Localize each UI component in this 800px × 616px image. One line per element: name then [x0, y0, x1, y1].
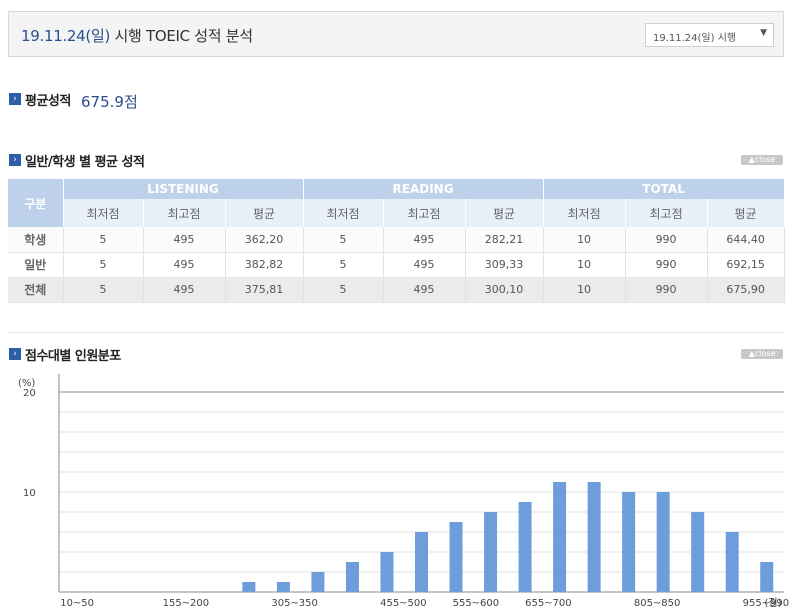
subheader: 최저점 [303, 199, 384, 227]
title-text: 시행 TOEIC 성적 분석 [110, 27, 253, 45]
bar [622, 492, 636, 592]
bar [242, 582, 256, 592]
x-tick-label: 555~600 [453, 598, 500, 609]
table-cell: 675,90 [707, 277, 785, 302]
table-cell: 362,20 [225, 227, 304, 252]
table-cell: 495 [143, 227, 226, 252]
chart-close-button[interactable]: ▲close [741, 349, 783, 359]
table-cell: 495 [383, 227, 466, 252]
bar [311, 572, 325, 592]
subheader: 평균 [225, 199, 304, 227]
bar [345, 562, 359, 592]
row-label: 학생 [8, 227, 64, 252]
table-cell: 375,81 [225, 277, 304, 302]
table-cell: 300,10 [465, 277, 544, 302]
table-row: 학생 5 495 362,20 5 495 282,21 10 990 644,… [8, 227, 785, 252]
bar [380, 552, 394, 592]
table-row: 전체 5 495 375,81 5 495 300,10 10 990 675,… [8, 277, 785, 302]
y-tick-label: 20 [23, 388, 36, 399]
subheader: 최고점 [383, 199, 466, 227]
section-arrow-icon: › [9, 154, 21, 166]
row-label: 전체 [8, 277, 64, 302]
table-cell: 5 [303, 277, 384, 302]
table-cell: 644,40 [707, 227, 785, 252]
score-table: 구분 LISTENING READING TOTAL 최저점 최고점 평균 최저… [8, 179, 785, 303]
subheader: 평균 [707, 199, 785, 227]
header-panel: 19.11.24(일) 시행 TOEIC 성적 분석 19.11.24(일) 시… [8, 11, 784, 57]
table-close-button[interactable]: ▲close [741, 155, 783, 165]
table-cell: 282,21 [465, 227, 544, 252]
group-header-reading: READING [303, 179, 544, 199]
subheader: 최저점 [543, 199, 626, 227]
subheader: 최저점 [63, 199, 144, 227]
avg-score-value: 675.9점 [81, 93, 138, 111]
row-label: 일반 [8, 252, 64, 277]
table-cell: 5 [303, 252, 384, 277]
table-cell: 382,82 [225, 252, 304, 277]
bar [553, 482, 567, 592]
bar [725, 532, 739, 592]
section-arrow-icon: › [9, 348, 21, 360]
gubun-header: 구분 [8, 179, 64, 227]
bar [656, 492, 670, 592]
section-divider [8, 332, 784, 333]
bar [484, 512, 498, 592]
table-cell: 990 [625, 252, 708, 277]
table-cell: 495 [143, 277, 226, 302]
bar [691, 512, 705, 592]
x-tick-label: 155~200 [163, 598, 210, 609]
subheader: 최고점 [625, 199, 708, 227]
table-cell: 495 [383, 277, 466, 302]
table-cell: 495 [143, 252, 226, 277]
x-tick-label: 655~700 [525, 598, 572, 609]
table-cell: 5 [63, 227, 144, 252]
table-row: 일반 5 495 382,82 5 495 309,33 10 990 692,… [8, 252, 785, 277]
table-cell: 10 [543, 277, 626, 302]
table-cell: 309,33 [465, 252, 544, 277]
group-header-total: TOTAL [543, 179, 785, 199]
test-date-select[interactable]: 19.11.24(일) 시행 ▼ [645, 23, 774, 47]
chevron-down-icon: ▼ [760, 28, 767, 38]
bar [518, 502, 532, 592]
table-cell: 495 [383, 252, 466, 277]
x-tick-label: 805~850 [634, 598, 681, 609]
subheader: 최고점 [143, 199, 226, 227]
group-header-listening: LISTENING [63, 179, 304, 199]
bar [760, 562, 774, 592]
table-section-title: 일반/학생 별 평균 성적 [25, 155, 145, 170]
bar [276, 582, 290, 592]
subheader: 평균 [465, 199, 544, 227]
table-cell: 990 [625, 227, 708, 252]
table-cell: 990 [625, 277, 708, 302]
bar [415, 532, 428, 592]
title-date: 19.11.24(일) [21, 27, 111, 45]
x-tick-label: 10~50 [60, 598, 94, 609]
x-tick-label: 455~500 [380, 598, 427, 609]
avg-score-label: 평균성적 [25, 94, 71, 109]
table-cell: 692,15 [707, 252, 785, 277]
distribution-chart: (%)102010~50 155~200 305~350 455~500 555~600… [18, 374, 789, 609]
table-cell: 5 [63, 277, 144, 302]
y-tick-label: 10 [23, 488, 36, 499]
section-arrow-icon: › [9, 93, 21, 105]
table-cell: 5 [303, 227, 384, 252]
table-cell: 10 [543, 227, 626, 252]
table-cell: 10 [543, 252, 626, 277]
test-date-select-value: 19.11.24(일) 시행 [653, 33, 737, 44]
x-axis-label: (점) [764, 597, 781, 609]
x-tick-label: 305~350 [271, 598, 318, 609]
bar [587, 482, 601, 592]
chart-section-title: 점수대별 인원분포 [25, 349, 121, 364]
bar [449, 522, 463, 592]
page-title: 19.11.24(일) 시행 TOEIC 성적 분석 [21, 25, 253, 46]
table-cell: 5 [63, 252, 144, 277]
